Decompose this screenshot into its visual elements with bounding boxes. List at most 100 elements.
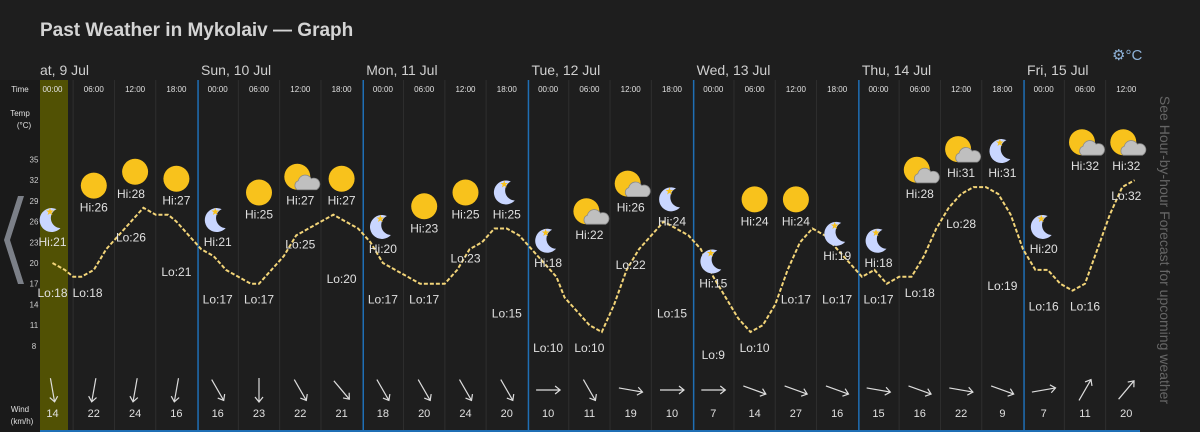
time-label: 12:00 bbox=[455, 85, 476, 94]
low-temp-label: Lo:9 bbox=[702, 348, 726, 362]
star-icon: ★ bbox=[46, 207, 55, 218]
wind-direction-arrow-icon bbox=[170, 378, 180, 403]
high-temp-label: Hi:32 bbox=[1071, 159, 1099, 173]
wind-speed-label: 22 bbox=[955, 408, 967, 420]
wind-direction-arrow-icon bbox=[536, 385, 562, 395]
current-time-highlight bbox=[40, 80, 68, 432]
time-label: 00:00 bbox=[1034, 85, 1055, 94]
star-icon: ★ bbox=[830, 221, 839, 232]
sun-icon bbox=[122, 158, 149, 185]
low-temp-label: Lo:17 bbox=[244, 293, 274, 307]
sun-icon bbox=[452, 179, 479, 206]
low-temp-label: Lo:18 bbox=[905, 286, 935, 300]
side-link-label: See Hour-by-hour Forecast for upcoming w… bbox=[1157, 95, 1173, 405]
low-temp-label: Lo:28 bbox=[946, 217, 976, 231]
wind-speed-label: 24 bbox=[459, 408, 471, 420]
wind-speed-label: 24 bbox=[129, 408, 141, 420]
wind-speed-label: 11 bbox=[584, 408, 595, 420]
high-temp-label: Hi:25 bbox=[493, 208, 521, 222]
high-temp-label: Hi:25 bbox=[451, 208, 479, 222]
wind-direction-arrow-icon bbox=[333, 380, 350, 400]
wind-speed-label: 23 bbox=[253, 408, 265, 420]
low-temp-label: Lo:17 bbox=[203, 293, 233, 307]
wind-arrow-shaft bbox=[582, 379, 596, 401]
wind-speed-label: 10 bbox=[666, 408, 678, 420]
time-label: 00:00 bbox=[373, 85, 394, 94]
time-label: 12:00 bbox=[125, 85, 146, 94]
time-label: 06:00 bbox=[1075, 85, 1096, 94]
wind-arrow-shaft bbox=[500, 379, 514, 401]
wind-direction-arrow-icon bbox=[500, 379, 515, 402]
hour-by-hour-forecast-link[interactable]: See Hour-by-hour Forecast for upcoming w… bbox=[1150, 80, 1180, 420]
wind-speed-label: 18 bbox=[377, 408, 389, 420]
wind-direction-arrow-icon bbox=[618, 386, 644, 396]
star-icon: ★ bbox=[706, 249, 715, 260]
day-label: Wed, 13 Jul bbox=[697, 62, 771, 78]
wind-direction-arrow-icon bbox=[1031, 384, 1057, 394]
sun-icon bbox=[80, 172, 107, 199]
high-temp-label: Hi:24 bbox=[658, 214, 686, 228]
high-temp-label: Hi:18 bbox=[864, 256, 892, 270]
wind-speed-label: 14 bbox=[748, 408, 760, 420]
time-label: 06:00 bbox=[910, 85, 931, 94]
wind-arrow-shaft bbox=[417, 379, 431, 401]
low-temp-label: Lo:32 bbox=[1111, 189, 1141, 203]
high-temp-label: Hi:23 bbox=[410, 221, 438, 235]
wind-arrow-shaft bbox=[743, 385, 767, 395]
time-label: 18:00 bbox=[497, 85, 518, 94]
low-temp-label: Lo:17 bbox=[409, 293, 439, 307]
wind-speed-label: 16 bbox=[831, 408, 843, 420]
sun-icon bbox=[411, 193, 438, 220]
wind-direction-arrow-icon bbox=[701, 385, 727, 395]
high-temp-label: Hi:32 bbox=[1112, 159, 1140, 173]
time-label: 12:00 bbox=[290, 85, 311, 94]
high-temp-label: Hi:21 bbox=[38, 235, 66, 249]
wind-speed-label: 10 bbox=[542, 408, 554, 420]
high-temp-label: Hi:27 bbox=[162, 194, 190, 208]
wind-speed-label: 27 bbox=[790, 408, 802, 420]
star-icon: ★ bbox=[665, 186, 674, 197]
wind-direction-arrow-icon bbox=[458, 379, 474, 402]
high-temp-label: Hi:15 bbox=[699, 277, 727, 291]
low-temp-label: Lo:17 bbox=[781, 293, 811, 307]
low-temp-label: Lo:16 bbox=[1029, 300, 1059, 314]
star-icon: ★ bbox=[995, 138, 1004, 149]
wind-speed-label: 14 bbox=[46, 408, 58, 420]
low-temp-label: Lo:15 bbox=[492, 307, 522, 321]
wind-arrow-shaft bbox=[293, 379, 307, 401]
high-temp-label: Hi:19 bbox=[823, 249, 851, 263]
wind-row-label: Wind bbox=[11, 405, 29, 414]
star-icon: ★ bbox=[211, 207, 220, 218]
time-label: 12:00 bbox=[951, 85, 972, 94]
wind-direction-arrow-icon bbox=[990, 385, 1015, 397]
low-temp-label: Lo:19 bbox=[987, 279, 1017, 293]
wind-speed-label: 20 bbox=[501, 408, 513, 420]
temp-row-label: Temp bbox=[10, 109, 30, 118]
wind-arrow-shaft bbox=[784, 385, 808, 395]
time-label: 06:00 bbox=[414, 85, 435, 94]
wind-speed-label: 15 bbox=[872, 408, 884, 420]
y-tick-label: 11 bbox=[30, 321, 39, 330]
sun-icon bbox=[328, 165, 355, 192]
time-label: 18:00 bbox=[166, 85, 187, 94]
low-temp-label: Lo:25 bbox=[285, 238, 315, 252]
y-tick-label: 32 bbox=[30, 176, 39, 185]
high-temp-label: Hi:28 bbox=[117, 187, 145, 201]
high-temp-label: Hi:31 bbox=[947, 166, 975, 180]
day-label: Mon, 11 Jul bbox=[366, 62, 437, 78]
low-temp-label: Lo:26 bbox=[116, 231, 146, 245]
wind-direction-arrow-icon bbox=[254, 378, 264, 403]
y-tick-label: 35 bbox=[30, 156, 39, 165]
time-label: 12:00 bbox=[1116, 85, 1137, 94]
wind-arrow-shaft bbox=[825, 385, 849, 395]
wind-direction-arrow-icon bbox=[582, 379, 597, 402]
day-label: at, 9 Jul bbox=[40, 62, 89, 78]
time-row-label: Time bbox=[11, 85, 29, 94]
low-temp-label: Lo:10 bbox=[533, 341, 563, 355]
high-temp-label: Hi:31 bbox=[988, 166, 1016, 180]
low-temp-label: Lo:18 bbox=[73, 286, 103, 300]
wind-speed-label: 16 bbox=[170, 408, 182, 420]
wind-speed-label: 16 bbox=[212, 408, 224, 420]
previous-period-button[interactable] bbox=[0, 190, 28, 290]
low-temp-label: Lo:18 bbox=[37, 286, 67, 300]
